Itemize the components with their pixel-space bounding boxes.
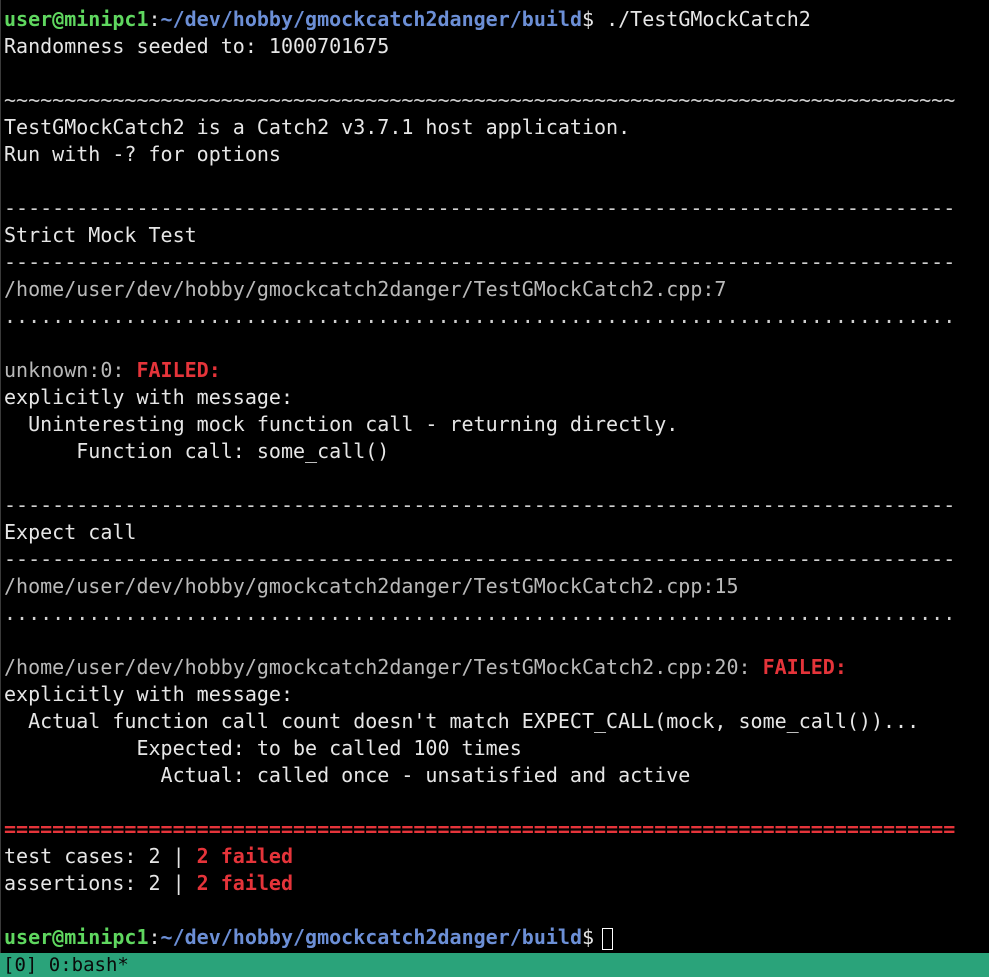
test2-message-2: Expected: to be called 100 times (4, 736, 522, 760)
command-text: ./TestGMockCatch2 (594, 7, 811, 31)
active-prompt-line[interactable]: user@minipc1:~/dev/hobby/gmockcatch2dang… (4, 924, 614, 951)
test1-location: unknown:0: (4, 358, 137, 382)
summary-test-cases-failed: 2 failed (196, 844, 293, 868)
dash-separator: ----------------------------------------… (4, 196, 956, 220)
prompt-user-host: user@minipc1 (4, 7, 149, 31)
dash-separator: ----------------------------------------… (4, 250, 956, 274)
summary-test-cases: test cases: 2 | 2 failed (4, 843, 293, 870)
terminal-window[interactable]: user@minipc1:~/dev/hobby/gmockcatch2dang… (0, 0, 989, 953)
host-app-line: TestGMockCatch2 is a Catch2 v3.7.1 host … (4, 115, 631, 139)
test1-file: /home/user/dev/hobby/gmockcatch2danger/T… (4, 277, 727, 301)
summary-assertions-label: assertions: 2 | (4, 871, 197, 895)
prompt-dollar: $ (581, 7, 595, 31)
summary-assertions-failed: 2 failed (196, 871, 293, 895)
test1-name: Strict Mock Test (4, 223, 197, 247)
seed-line: Randomness seeded to: 1000701675 (4, 34, 390, 58)
run-with-line: Run with -? for options (4, 142, 281, 166)
dot-separator: ........................................… (4, 304, 956, 328)
dash-separator: ----------------------------------------… (4, 493, 956, 517)
test2-file: /home/user/dev/hobby/gmockcatch2danger/T… (4, 574, 739, 598)
summary-assertions: assertions: 2 | 2 failed (4, 870, 293, 897)
failed-label: FAILED: (762, 655, 847, 679)
test1-failure-line: unknown:0: FAILED: (4, 357, 221, 384)
equals-separator: ========================================… (4, 817, 956, 841)
tmux-window-label[interactable]: [0] 0:bash* (3, 953, 129, 977)
dash-separator: ----------------------------------------… (4, 547, 956, 571)
test2-message-3: Actual: called once - unsatisfied and ac… (4, 763, 691, 787)
test2-location: /home/user/dev/hobby/gmockcatch2danger/T… (4, 655, 763, 679)
prompt-colon: : (148, 7, 161, 31)
prompt-path: ~/dev/hobby/gmockcatch2danger/build (160, 7, 582, 31)
prompt-dollar: $ (581, 925, 595, 949)
prompt-user-host: user@minipc1 (4, 925, 149, 949)
summary-test-cases-label: test cases: 2 | (4, 844, 197, 868)
test1-message-1: Uninteresting mock function call - retur… (4, 412, 679, 436)
failed-label: FAILED: (136, 358, 221, 382)
test1-message-2: Function call: some_call() (4, 439, 390, 463)
command-line: user@minipc1:~/dev/hobby/gmockcatch2dang… (4, 6, 811, 33)
prompt-colon: : (148, 925, 161, 949)
test2-name: Expect call (4, 520, 137, 544)
tmux-status-bar: [0] 0:bash* (0, 953, 989, 977)
explicit-message-label: explicitly with message: (4, 385, 293, 409)
prompt-path: ~/dev/hobby/gmockcatch2danger/build (160, 925, 582, 949)
tilde-separator: ~~~~~~~~~~~~~~~~~~~~~~~~~~~~~~~~~~~~~~~~… (4, 88, 956, 112)
explicit-message-label: explicitly with message: (4, 682, 293, 706)
test2-failure-line: /home/user/dev/hobby/gmockcatch2danger/T… (4, 654, 847, 681)
text-cursor[interactable] (602, 927, 614, 950)
dot-separator: ........................................… (4, 601, 956, 625)
test2-message-1: Actual function call count doesn't match… (4, 709, 920, 733)
